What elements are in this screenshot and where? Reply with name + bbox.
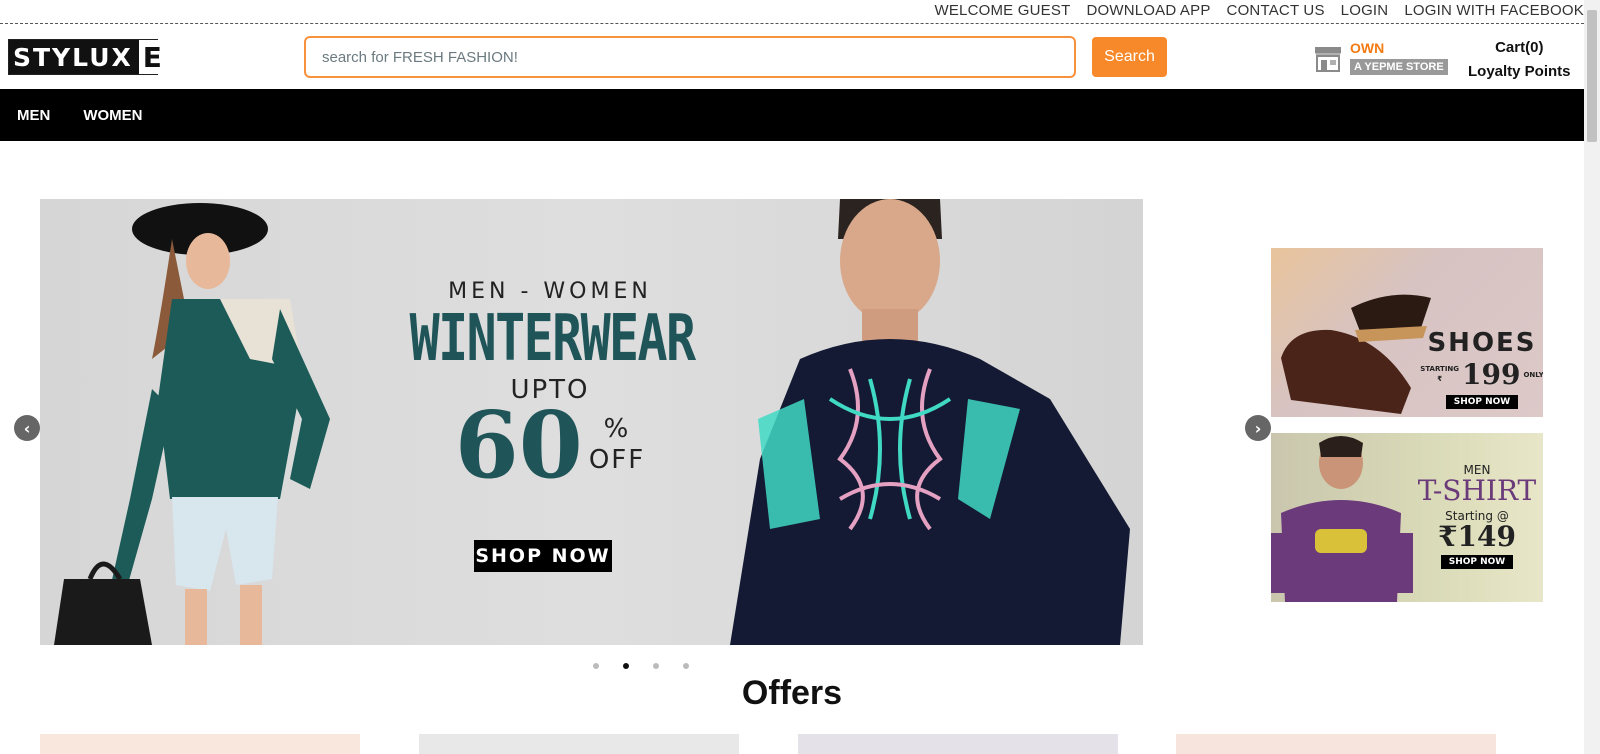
tshirt-shop-now-button[interactable]: SHOP NOW [1440, 555, 1514, 569]
hero-percent: % [603, 414, 631, 444]
slider-dot-active[interactable] [623, 663, 629, 669]
login-link[interactable]: LOGIN [1341, 2, 1389, 19]
offer-card[interactable] [798, 734, 1118, 754]
tshirt-promo-banner[interactable]: MEN T-SHIRT Starting @ ₹149 SHOP NOW [1271, 433, 1543, 602]
search-button[interactable]: Search [1092, 37, 1167, 77]
shoes-price: 199 [1462, 358, 1521, 391]
offer-card[interactable] [1176, 734, 1496, 754]
logo-text-end: E [136, 40, 166, 74]
woman-model-image [54, 203, 330, 645]
hero-shop-now-button[interactable]: SHOP NOW [474, 540, 612, 572]
offer-card[interactable] [419, 734, 739, 754]
top-utility-bar: WELCOME GUEST DOWNLOAD APP CONTACT US LO… [0, 0, 1584, 24]
nav-item-women[interactable]: WOMEN [83, 107, 142, 124]
hero-subtitle: MEN - WOMEN [448, 279, 652, 304]
slider-prev-icon[interactable]: ‹ [14, 415, 40, 441]
store-icon [1315, 46, 1341, 72]
cart-count: Cart(0) [1495, 39, 1544, 56]
offers-heading: Offers [741, 674, 843, 712]
page: WELCOME GUEST DOWNLOAD APP CONTACT US LO… [0, 0, 1600, 754]
hero-banner[interactable]: MEN - WOMEN WINTERWEAR UPTO 60 % OFF SHO… [40, 199, 1143, 645]
shoes-only: ONLY [1523, 370, 1543, 379]
slider-next-icon[interactable]: › [1245, 415, 1271, 441]
search-input[interactable] [304, 36, 1076, 78]
site-logo[interactable]: STYLUX E [8, 39, 166, 75]
download-app-link[interactable]: DOWNLOAD APP [1086, 2, 1210, 19]
slider-dot[interactable] [683, 663, 689, 669]
slider-dot[interactable] [593, 663, 599, 669]
shoes-starting: STARTING [1420, 365, 1460, 374]
main-nav: MEN WOMEN [0, 89, 1584, 141]
slider-dots [593, 663, 689, 669]
shoes-shop-now-button[interactable]: SHOP NOW [1445, 395, 1519, 409]
welcome-guest-link[interactable]: WELCOME GUEST [934, 2, 1070, 19]
tshirt-price: ₹149 [1438, 520, 1516, 553]
cart-link[interactable]: Cart(0) Loyalty Points [1468, 36, 1571, 84]
own-store-link[interactable]: OWN A YEPME STORE [1312, 40, 1448, 75]
scrollbar-thumb[interactable] [1587, 10, 1597, 142]
man-model-image [730, 199, 1130, 645]
hero-off: OFF [588, 445, 646, 476]
hero-discount: 60 [454, 391, 583, 500]
hero-text-block: MEN - WOMEN WINTERWEAR UPTO 60 % OFF [370, 279, 730, 491]
logo-text-main: STYLUX [9, 40, 137, 74]
nav-item-men[interactable]: MEN [17, 107, 50, 124]
page-scrollbar[interactable] [1584, 0, 1600, 754]
slider-dot[interactable] [653, 663, 659, 669]
yepme-store-label: A YEPME STORE [1350, 59, 1448, 75]
offer-card[interactable] [40, 734, 360, 754]
shoes-currency: ₹ [1437, 374, 1443, 383]
tshirt-model-image [1271, 436, 1413, 602]
hero-title: WINTERWEAR [409, 302, 697, 376]
tshirt-title: T-SHIRT [1417, 474, 1537, 507]
shoes-title: SHOES [1427, 328, 1537, 358]
shoes-promo-banner[interactable]: SHOES STARTING ₹ 199 ONLY SHOP NOW [1271, 248, 1543, 417]
shoes-image [1281, 294, 1431, 414]
login-facebook-link[interactable]: LOGIN WITH FACEBOOK [1404, 2, 1584, 19]
own-label: OWN [1350, 40, 1385, 56]
contact-us-link[interactable]: CONTACT US [1227, 2, 1325, 19]
loyalty-points-link[interactable]: Loyalty Points [1468, 60, 1571, 84]
